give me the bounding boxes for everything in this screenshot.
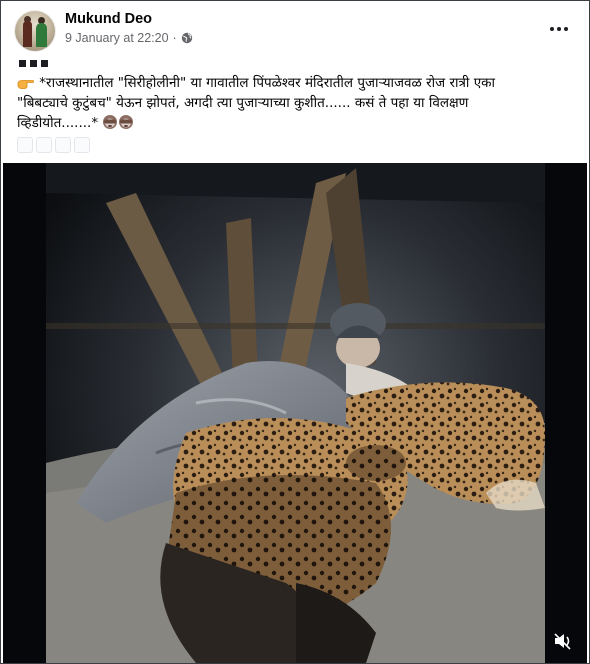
- meta-separator: ·: [172, 31, 177, 45]
- black-squares-emoji: [19, 60, 48, 67]
- post-text-line-2: "बिबट्याचे कुटुंबच" येऊन झोपतं, अगदी त्य…: [17, 95, 469, 111]
- post-header: Mukund Deo 9 January at 22:20 ·: [15, 9, 575, 53]
- post-timestamp[interactable]: 9 January at 22:20: [65, 31, 169, 45]
- post-options-button[interactable]: [545, 15, 573, 43]
- avatar[interactable]: [15, 11, 55, 51]
- pointing-hand-emoji-icon: [17, 80, 35, 89]
- post-meta: 9 January at 22:20 ·: [65, 31, 193, 45]
- facebook-post-card: Mukund Deo 9 January at 22:20 · *राजस्था…: [0, 0, 590, 664]
- post-text-line-3: व्हिडीयोत.......*: [17, 115, 99, 131]
- more-horizontal-icon: [550, 27, 568, 31]
- video-player[interactable]: [3, 163, 587, 663]
- volume-muted-icon: [554, 633, 571, 650]
- volume-toggle-button[interactable]: [551, 629, 575, 653]
- video-frame-leopards-sleeping-with-priest: [46, 163, 545, 663]
- post-text: *राजस्थानातील "सिरीहोलीनी" या गावातील पि…: [17, 73, 569, 133]
- globe-icon: [181, 32, 192, 44]
- post-text-line-1: *राजस्थानातील "सिरीहोलीनी" या गावातील पि…: [39, 75, 496, 91]
- unrendered-emoji-row: [17, 137, 90, 153]
- see-no-evil-monkey-icon: [103, 115, 118, 129]
- see-no-evil-monkey-icon-2: [119, 115, 134, 129]
- author-name[interactable]: Mukund Deo: [65, 11, 152, 27]
